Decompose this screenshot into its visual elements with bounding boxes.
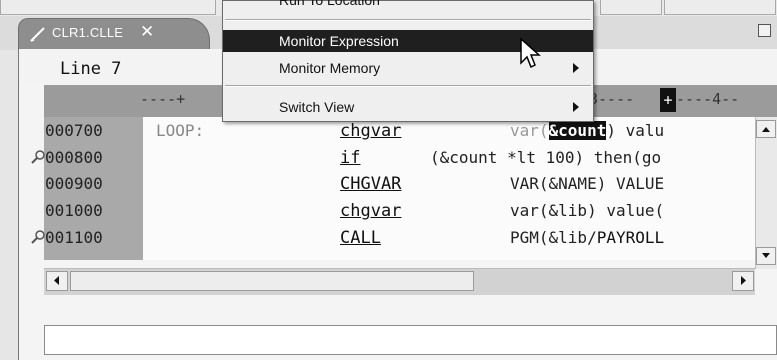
source-line[interactable]: 000800 if (&count *lt 100) then(go (31, 146, 755, 168)
menu-separator (225, 19, 591, 21)
sequence-number: 001100 (45, 228, 103, 247)
command-keyword: CALL (340, 228, 381, 248)
command-params: var(&lib) value( (510, 201, 664, 220)
menu-item-label: Run To Location (279, 0, 380, 8)
tab-label: CLR1.CLLE (52, 25, 124, 40)
mouse-pointer-icon (520, 37, 541, 69)
command-line-input[interactable] (44, 325, 777, 355)
arrow-left-icon (54, 276, 59, 285)
params-text: ) valu (606, 121, 665, 140)
sequence-number: 001000 (45, 201, 103, 220)
scroll-down-button[interactable] (756, 247, 776, 265)
command-keyword: chgvar (340, 201, 402, 221)
arrow-up-icon (762, 127, 770, 132)
editor-tab-clr1-clle[interactable]: CLR1.CLLE ✕ (18, 18, 210, 50)
arrow-right-icon (741, 276, 746, 285)
toolbar-segment (0, 0, 216, 15)
menu-item-label: Switch View (279, 99, 355, 115)
source-line[interactable]: 000900 CHGVAR VAR(&NAME) VALUE (44, 172, 755, 194)
sequence-number: 000700 (45, 121, 103, 140)
close-tab-icon[interactable]: ✕ (140, 22, 154, 42)
sequence-number: 000800 (45, 148, 103, 167)
command-keyword: chgvar (340, 121, 402, 141)
params-text: PGM(&lib/ (510, 228, 597, 247)
breakpoint-icon[interactable] (31, 150, 45, 164)
ruler-cursor: + (660, 88, 676, 112)
source-line[interactable]: 001000 chgvar var(&lib) value( (44, 199, 755, 221)
submenu-arrow-icon (573, 102, 579, 112)
vertical-scrollbar[interactable] (755, 117, 777, 269)
source-line[interactable]: 001100 CALL PGM(&lib/PAYROLL (31, 226, 755, 248)
sequence-number: 000900 (45, 174, 103, 193)
source-label: LOOP: (156, 121, 205, 140)
breakpoint-icon[interactable] (31, 230, 45, 244)
scroll-left-button[interactable] (46, 271, 68, 291)
params-text: (&count *lt 100) then(go (430, 148, 662, 167)
command-keyword: CHGVAR (340, 174, 402, 194)
arrow-down-icon (762, 253, 770, 258)
menu-item-label: Monitor Expression (279, 33, 399, 49)
menu-separator (225, 85, 591, 87)
ruler-left: ----+ (140, 90, 186, 108)
toolbar-segment (600, 0, 662, 15)
command-params: PGM(&lib/PAYROLL (510, 228, 664, 247)
params-text: VAR(&NAME) VALUE (510, 174, 665, 193)
pencil-icon (30, 27, 45, 42)
maximize-icon[interactable] (758, 24, 771, 37)
command-params: VAR(&NAME) VALUE (510, 174, 664, 193)
scroll-up-button[interactable] (756, 120, 776, 138)
menu-item-label: Monitor Memory (279, 60, 381, 76)
command-keyword: if (340, 148, 361, 168)
submenu-arrow-icon (573, 63, 579, 73)
menu-item-switch-view[interactable]: Switch View (223, 96, 593, 118)
command-params: (&count *lt 100) then(go (430, 148, 661, 167)
line-indicator: Line 7 (60, 59, 122, 79)
menu-item-run-to-location[interactable]: Run To Location (223, 0, 593, 11)
toolbar-segment (664, 0, 776, 15)
params-text: var( (510, 121, 549, 140)
selected-expression[interactable]: &count (548, 121, 607, 140)
ruler-tail: ----4-- (676, 90, 740, 108)
params-text: PAYROLL (596, 228, 665, 247)
horizontal-scroll-thumb[interactable] (70, 271, 474, 291)
scroll-right-button[interactable] (732, 271, 754, 291)
ruler-right: 3---- (589, 90, 635, 108)
source-line[interactable]: 000700 LOOP: chgvar var(&count) valu (44, 119, 755, 141)
command-params: var(&count) valu (510, 121, 664, 140)
params-text: var(&lib) value( (510, 201, 665, 220)
